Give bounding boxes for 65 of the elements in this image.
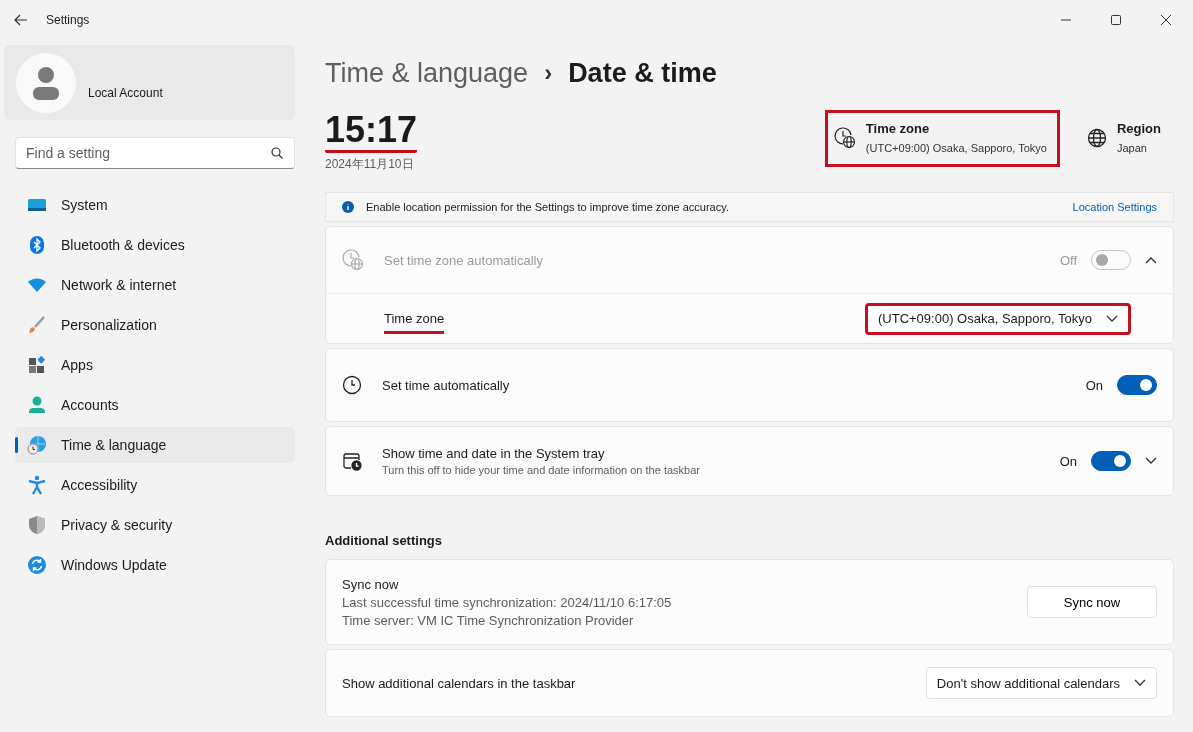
setting-label: Show time and date in the System tray <box>382 446 606 461</box>
search-icon[interactable] <box>271 147 283 159</box>
clock-globe-icon <box>833 126 856 149</box>
current-time: 15:17 <box>325 110 418 153</box>
breadcrumb-separator: › <box>544 59 553 87</box>
nav-item[interactable]: Bluetooth & devices <box>15 227 295 263</box>
account-card[interactable]: Local Account <box>4 45 295 120</box>
setting-label: Set time automatically <box>382 377 510 393</box>
summary-value: Japan <box>1116 142 1148 154</box>
search-field[interactable]: Find a setting <box>15 137 295 169</box>
chevron-icon <box>1134 679 1146 687</box>
summary-title: Time zone <box>865 121 931 136</box>
globe-clock-icon <box>27 435 47 455</box>
maximize-icon[interactable] <box>1111 15 1121 25</box>
page-title: Date & time <box>568 57 717 89</box>
summary-title: Region <box>1116 121 1161 136</box>
clock-globe-icon <box>342 249 364 271</box>
calendar-dropdown[interactable]: Don't show additional calendars <box>925 667 1157 699</box>
breadcrumb-link[interactable]: Time & language <box>325 57 529 89</box>
info-icon <box>342 201 354 213</box>
bluetooth-icon <box>27 235 47 255</box>
setting-description: Last successful time synchronization: 2024/11/10 6:17:05 <box>342 594 672 610</box>
setting-label: Show additional calendars in the taskbar <box>342 675 576 691</box>
chevron-icon <box>1145 256 1157 264</box>
sync-now-button[interactable]: Sync now <box>1027 586 1157 618</box>
apps-icon <box>27 355 47 375</box>
section-heading: Additional settings <box>325 533 443 548</box>
nav-item[interactable]: Time & language <box>15 427 295 463</box>
toggle-switch[interactable] <box>1091 451 1131 471</box>
nav-item[interactable]: Personalization <box>15 307 295 343</box>
current-date: 2024年11月10日 <box>325 156 415 173</box>
setting-label: Time zone <box>384 311 445 334</box>
person-icon <box>27 395 47 415</box>
nav-item[interactable]: System <box>15 187 295 223</box>
toggle-state: On <box>1085 377 1103 393</box>
toggle-state: Off <box>1059 252 1077 268</box>
setting-label: Sync now <box>342 576 400 592</box>
banner-text: Enable location permission for the Settings to improve time zone accuracy. <box>366 201 729 213</box>
nav-item[interactable]: Accessibility <box>15 467 295 503</box>
calendar-clock-icon <box>342 451 362 471</box>
nav-item[interactable]: Privacy & security <box>15 507 295 543</box>
accessibility-icon <box>27 475 47 495</box>
account-name: Local Account <box>88 85 163 100</box>
setting-description: Time server: VM IC Time Synchronization Provider <box>342 612 635 628</box>
clock-icon <box>342 375 362 395</box>
location-settings-link[interactable]: Location Settings <box>1072 201 1157 213</box>
close-icon[interactable] <box>1161 15 1171 25</box>
toggle-state: On <box>1059 453 1077 469</box>
nav-item[interactable]: Network & internet <box>15 267 295 303</box>
summary-value: (UTC+09:00) Osaka, Sapporo, Tokyo <box>865 142 1047 154</box>
setting-label: Set time zone automatically <box>384 252 543 268</box>
nav-item[interactable]: Accounts <box>15 387 295 423</box>
back-arrow-icon[interactable] <box>14 14 28 26</box>
expand-button[interactable] <box>1145 457 1157 465</box>
sync-icon <box>27 555 47 575</box>
nav-item[interactable]: Windows Update <box>15 547 295 583</box>
chevron-icon <box>1145 457 1157 465</box>
nav-item[interactable]: Apps <box>15 347 295 383</box>
paintbrush-icon <box>27 315 47 335</box>
toggle-switch[interactable] <box>1117 375 1157 395</box>
setting-description: Turn this off to hide your time and date information on the taskbar <box>382 464 700 476</box>
shield-icon <box>27 515 47 535</box>
chevron-icon <box>1106 314 1118 323</box>
window-title: Settings <box>46 13 90 27</box>
globe-icon <box>1086 127 1107 148</box>
